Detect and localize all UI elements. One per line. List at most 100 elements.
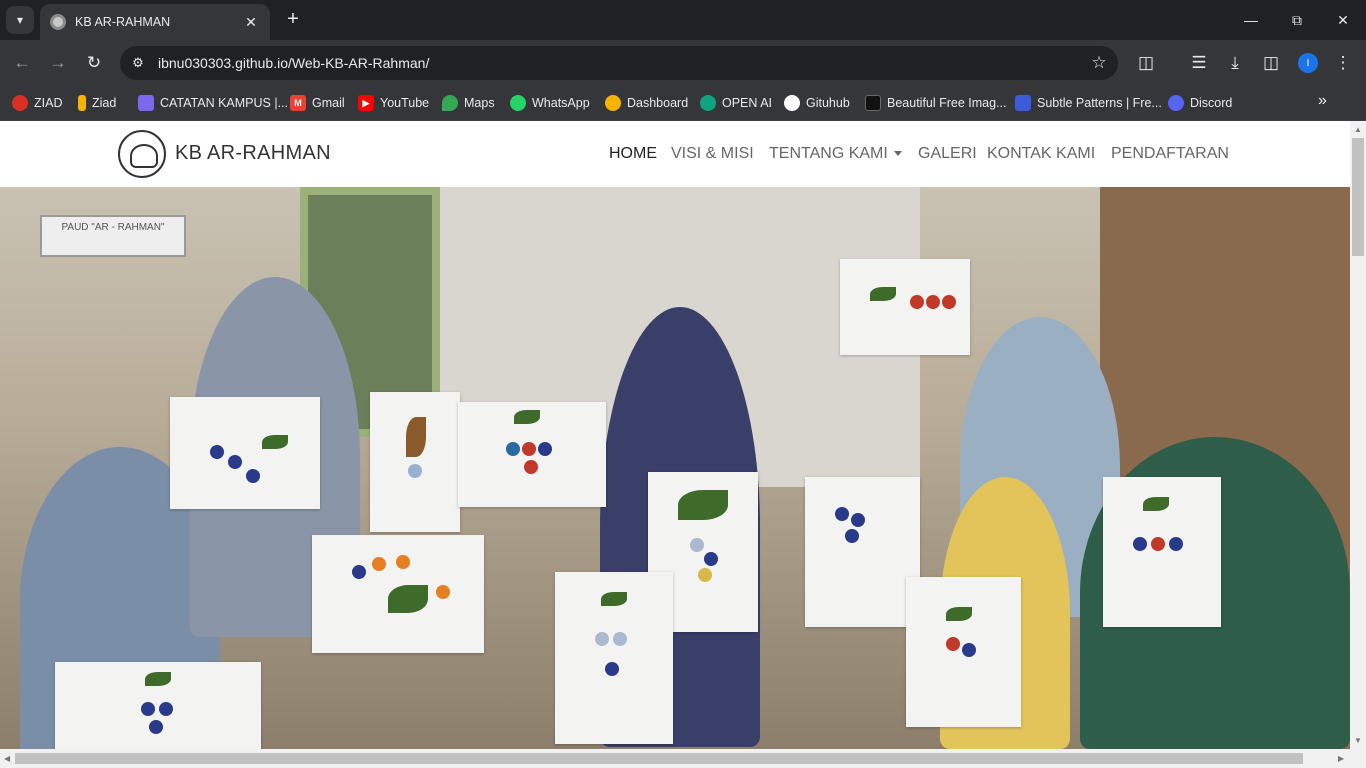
artwork-dot — [408, 464, 422, 478]
bookmark-label: WhatsApp — [532, 96, 590, 110]
artwork-dot — [1133, 537, 1147, 551]
close-window-icon[interactable]: ✕ — [1320, 0, 1366, 40]
nav-kontak-kami[interactable]: KONTAK KAMI — [987, 145, 1095, 163]
artwork-paper — [458, 402, 606, 507]
discord-icon — [1168, 95, 1184, 111]
artwork-paper — [1103, 477, 1221, 627]
bookmark-item[interactable]: ▶ YouTube — [358, 94, 429, 112]
artwork-leaf — [388, 585, 428, 613]
bookmark-star-icon[interactable]: ☆ — [1084, 53, 1114, 73]
scroll-left-icon[interactable]: ◀ — [4, 754, 10, 763]
horizontal-scroll-thumb[interactable] — [15, 753, 1303, 764]
artwork-dot — [506, 442, 520, 456]
bookmark-label: YouTube — [380, 96, 430, 110]
openai-icon — [700, 95, 716, 111]
minimize-icon[interactable]: — — [1228, 0, 1274, 40]
url-text[interactable]: ibnu030303.github.io/Web-KB-AR-Rahman/ — [158, 55, 1084, 71]
nav-home[interactable]: HOME — [609, 145, 657, 163]
new-tab-icon[interactable]: + — [282, 8, 304, 30]
forward-icon[interactable]: → — [45, 50, 71, 76]
subtle-patterns-icon — [1015, 95, 1031, 111]
bookmark-item[interactable]: OPEN AI — [700, 94, 772, 112]
gmail-icon: M — [290, 95, 306, 111]
tab-title: KB AR-RAHMAN — [75, 15, 171, 29]
artwork-dot — [613, 632, 627, 646]
bookmark-favicon-icon — [138, 95, 154, 111]
nav-pendaftaran[interactable]: PENDAFTARAN — [1111, 145, 1229, 163]
artwork-paper — [840, 259, 970, 355]
nav-tentang-kami[interactable]: TENTANG KAMI — [769, 145, 902, 163]
dropdown-caret-icon — [893, 151, 902, 157]
bookmark-item[interactable]: Dashboard — [605, 94, 688, 112]
bookmark-item[interactable]: ZIAD — [12, 94, 62, 112]
artwork-dot — [942, 295, 956, 309]
active-tab[interactable]: KB AR-RAHMAN ✕ — [40, 4, 270, 40]
site-favicon-icon — [50, 14, 66, 30]
address-bar[interactable]: ⚙ ibnu030303.github.io/Web-KB-AR-Rahman/… — [120, 46, 1118, 80]
bookmark-label: Beautiful Free Imag... — [887, 96, 1007, 110]
bookmark-item[interactable]: Ziad — [78, 94, 116, 112]
scroll-up-icon[interactable]: ▲ — [1354, 125, 1362, 134]
nav-visi-misi[interactable]: VISI & MISI — [671, 145, 754, 163]
bookmark-item[interactable]: Maps — [442, 94, 495, 112]
bookmark-item[interactable]: Gituhub — [784, 94, 850, 112]
artwork-paper — [805, 477, 920, 627]
tab-close-icon[interactable]: ✕ — [242, 14, 260, 31]
download-icon[interactable]: ⤓ — [1222, 50, 1248, 76]
bookmark-label: Gmail — [312, 96, 345, 110]
artwork-dot — [845, 529, 859, 543]
youtube-icon: ▶ — [358, 95, 374, 111]
artwork-dot — [835, 507, 849, 521]
bookmark-label: Gituhub — [806, 96, 850, 110]
web-page: KB AR-RAHMAN HOME VISI & MISI TENTANG KA… — [0, 121, 1350, 749]
artwork-dot — [946, 637, 960, 651]
artwork-dot — [538, 442, 552, 456]
profile-avatar[interactable]: I — [1298, 53, 1318, 73]
artwork-dot — [524, 460, 538, 474]
site-info-icon[interactable]: ⚙ — [128, 55, 148, 71]
artwork-dot — [522, 442, 536, 456]
site-navbar: KB AR-RAHMAN HOME VISI & MISI TENTANG KA… — [0, 121, 1350, 187]
artwork-dot — [698, 568, 712, 582]
artwork-dot — [396, 555, 410, 569]
bookmark-label: OPEN AI — [722, 96, 773, 110]
bookmark-favicon-icon — [78, 95, 86, 111]
restore-icon[interactable]: ⧉ — [1274, 0, 1320, 40]
artwork-dot — [595, 632, 609, 646]
whatsapp-icon — [510, 95, 526, 111]
bookmark-item[interactable]: Beautiful Free Imag... — [865, 94, 1007, 112]
extensions-icon[interactable]: ◫ — [1133, 50, 1159, 76]
artwork-paper — [170, 397, 320, 509]
bookmark-item[interactable]: Discord — [1168, 94, 1232, 112]
github-icon — [784, 95, 800, 111]
back-icon[interactable]: ← — [9, 50, 35, 76]
bookmark-label: Dashboard — [627, 96, 689, 110]
artwork-dot — [605, 662, 619, 676]
artwork-dot — [210, 445, 224, 459]
nav-galeri[interactable]: GALERI — [918, 145, 977, 163]
artwork-dot — [1169, 537, 1183, 551]
site-brand[interactable]: KB AR-RAHMAN — [175, 142, 331, 165]
artwork-dot — [246, 469, 260, 483]
bookmark-item[interactable]: M Gmail — [290, 94, 345, 112]
scroll-right-icon[interactable]: ▶ — [1338, 754, 1344, 763]
artwork-paper — [906, 577, 1021, 727]
bookmark-item[interactable]: CATATAN KAMPUS |... — [138, 94, 288, 112]
bookmark-item[interactable]: Subtle Patterns | Fre... — [1015, 94, 1162, 112]
more-bookmarks-icon[interactable]: » — [1318, 92, 1327, 110]
media-control-icon[interactable]: ☰ — [1186, 50, 1212, 76]
artwork-dot — [704, 552, 718, 566]
nav-tentang-kami-label: TENTANG KAMI — [769, 145, 888, 162]
bookmark-item[interactable]: WhatsApp — [510, 94, 590, 112]
menu-kebab-icon[interactable]: ⋮ — [1330, 50, 1356, 76]
bookmarks-bar: ZIAD Ziad CATATAN KAMPUS |... M Gmail ▶ Yo… — [0, 86, 1366, 121]
artwork-leaf — [870, 287, 896, 301]
vertical-scroll-thumb[interactable] — [1352, 138, 1364, 256]
reload-icon[interactable]: ↻ — [81, 50, 107, 76]
side-panel-icon[interactable]: ◫ — [1258, 50, 1284, 76]
tab-search-icon[interactable]: ▾ — [6, 6, 34, 34]
school-logo-icon[interactable] — [118, 130, 166, 178]
artwork-leaf — [145, 672, 171, 686]
scroll-down-icon[interactable]: ▼ — [1354, 736, 1362, 745]
bookmark-label: Ziad — [92, 96, 117, 110]
